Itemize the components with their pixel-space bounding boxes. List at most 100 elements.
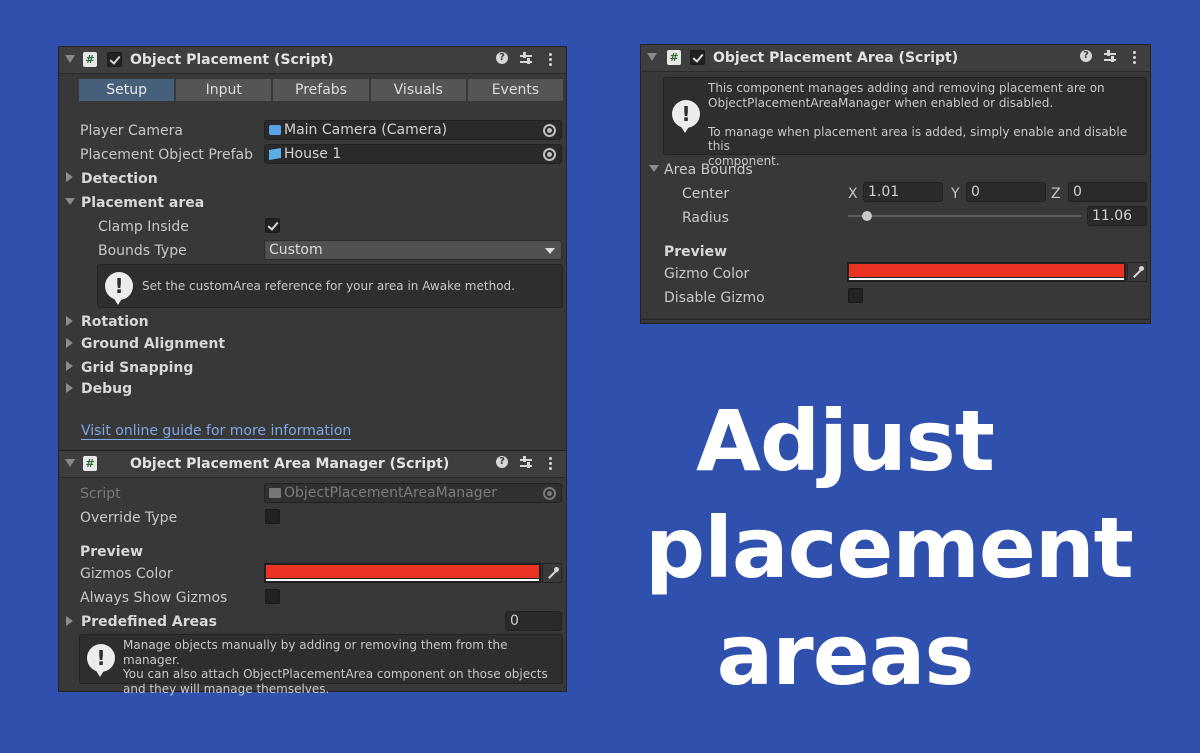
gizmo-color-label: Gizmo Color [664, 266, 750, 282]
script-file-icon [269, 488, 281, 498]
component-enabled-checkbox[interactable] [690, 50, 705, 65]
context-menu-icon[interactable] [544, 52, 556, 66]
dropdown-arrow-icon [545, 248, 555, 254]
panel-bottom-divider [641, 319, 1150, 320]
center-x-field[interactable]: 1.01 [863, 182, 943, 202]
ground-alignment-foldout[interactable]: Ground Alignment [81, 336, 225, 352]
center-z-field[interactable]: 0 [1068, 182, 1147, 202]
center-y-label: Y [951, 186, 960, 202]
bounds-type-label: Bounds Type [98, 243, 187, 259]
context-menu-icon[interactable] [544, 456, 556, 470]
bounds-type-dropdown[interactable]: Custom [264, 240, 562, 260]
tab-visuals[interactable]: Visuals [370, 79, 466, 101]
tab-prefabs[interactable]: Prefabs [273, 79, 369, 101]
tab-input[interactable]: Input [176, 79, 272, 101]
always-show-gizmos-label: Always Show Gizmos [80, 590, 228, 606]
camera-icon [269, 125, 281, 135]
player-camera-field[interactable]: Main Camera (Camera) [264, 120, 562, 140]
foldout-open-icon[interactable] [65, 198, 75, 205]
eyedropper-icon[interactable] [1127, 262, 1147, 282]
gizmos-color-label: Gizmos Color [80, 566, 173, 582]
component-enabled-checkbox[interactable] [107, 52, 122, 67]
override-type-label: Override Type [80, 510, 178, 526]
override-type-checkbox[interactable] [265, 509, 280, 524]
tab-setup[interactable]: Setup [79, 79, 175, 101]
object-placement-header[interactable]: # Object Placement (Script) [59, 47, 566, 74]
foldout-closed-icon[interactable] [66, 338, 73, 348]
gizmos-color-field[interactable] [264, 563, 541, 583]
center-x-label: X [848, 186, 858, 202]
online-guide-link[interactable]: Visit online guide for more information [81, 423, 352, 440]
disable-gizmo-label: Disable Gizmo [664, 290, 765, 306]
debug-foldout[interactable]: Debug [81, 381, 132, 397]
foldout-arrow-icon[interactable] [647, 53, 657, 61]
radius-value-field[interactable]: 11.06 [1087, 206, 1147, 226]
preview-header: Preview [80, 544, 144, 560]
always-show-gizmos-checkbox[interactable] [265, 589, 280, 604]
manager-help-box: Manage objects manually by adding or rem… [79, 634, 563, 696]
grid-snapping-foldout[interactable]: Grid Snapping [81, 360, 193, 376]
headline-line-3: areas [716, 606, 975, 704]
color-swatch [266, 565, 539, 578]
headline-line-1: Adjust [696, 392, 995, 490]
foldout-open-icon[interactable] [649, 165, 659, 172]
color-swatch [849, 264, 1124, 277]
component-title: Object Placement Area (Script) [713, 50, 959, 66]
detection-foldout[interactable]: Detection [81, 171, 158, 187]
help-icon[interactable] [496, 456, 508, 470]
script-icon: # [83, 52, 97, 67]
help-icon[interactable] [496, 52, 508, 66]
object-picker-icon [543, 487, 556, 500]
area-help-text: This component manages adding and removi… [708, 81, 1128, 168]
placement-area-foldout[interactable]: Placement area [81, 195, 204, 211]
presets-icon[interactable] [520, 52, 532, 66]
preview-header: Preview [664, 244, 728, 260]
radius-slider-thumb[interactable] [861, 211, 872, 221]
foldout-closed-icon[interactable] [66, 361, 73, 371]
warning-icon [87, 644, 115, 677]
foldout-closed-icon[interactable] [66, 316, 73, 326]
predefined-areas-foldout[interactable]: Predefined Areas [81, 614, 217, 630]
object-picker-icon[interactable] [543, 124, 556, 137]
headline-line-2: placement [645, 499, 1134, 597]
player-camera-label: Player Camera [80, 123, 183, 139]
presets-icon[interactable] [520, 456, 532, 470]
eyedropper-icon[interactable] [542, 563, 562, 583]
component-title: Object Placement (Script) [130, 52, 334, 68]
placement-prefab-field[interactable]: House 1 [264, 144, 562, 164]
radius-slider-track[interactable] [848, 215, 1081, 217]
alpha-bar [849, 278, 1124, 280]
script-icon: # [83, 456, 97, 471]
foldout-closed-icon[interactable] [66, 616, 73, 626]
help-icon[interactable] [1080, 50, 1092, 64]
foldout-arrow-icon[interactable] [65, 55, 75, 63]
placement-prefab-value: House 1 [284, 146, 342, 162]
clamp-inside-checkbox[interactable] [265, 218, 280, 233]
bounds-type-value: Custom [269, 242, 323, 258]
object-picker-icon[interactable] [543, 148, 556, 161]
foldout-arrow-icon[interactable] [65, 459, 75, 467]
script-value: ObjectPlacementAreaManager [284, 485, 498, 501]
disable-gizmo-checkbox[interactable] [848, 288, 863, 303]
placement-area-header[interactable]: # Object Placement Area (Script) [641, 45, 1150, 72]
foldout-closed-icon[interactable] [66, 383, 73, 393]
center-y-field[interactable]: 0 [966, 182, 1046, 202]
gizmo-color-field[interactable] [847, 262, 1126, 282]
foldout-closed-icon[interactable] [66, 172, 73, 182]
tab-events[interactable]: Events [467, 79, 564, 101]
presets-icon[interactable] [1104, 50, 1116, 64]
area-bounds-foldout[interactable]: Area Bounds [664, 162, 753, 178]
context-menu-icon[interactable] [1128, 50, 1140, 64]
component-title: Object Placement Area Manager (Script) [130, 456, 450, 472]
area-manager-header[interactable]: # Object Placement Area Manager (Script) [59, 451, 566, 478]
center-z-label: Z [1051, 186, 1061, 202]
script-field: ObjectPlacementAreaManager [264, 483, 562, 503]
warning-icon [105, 272, 133, 305]
headline: Adjust placement areas [645, 388, 1134, 709]
radius-label: Radius [682, 210, 729, 226]
predefined-areas-count-field[interactable]: 0 [505, 611, 562, 631]
bounds-help-box: Set the customArea reference for your ar… [97, 264, 563, 308]
script-icon: # [667, 50, 681, 65]
object-placement-inspector-panel: # Object Placement (Script) Setup Input … [58, 46, 567, 696]
rotation-foldout[interactable]: Rotation [81, 314, 149, 330]
